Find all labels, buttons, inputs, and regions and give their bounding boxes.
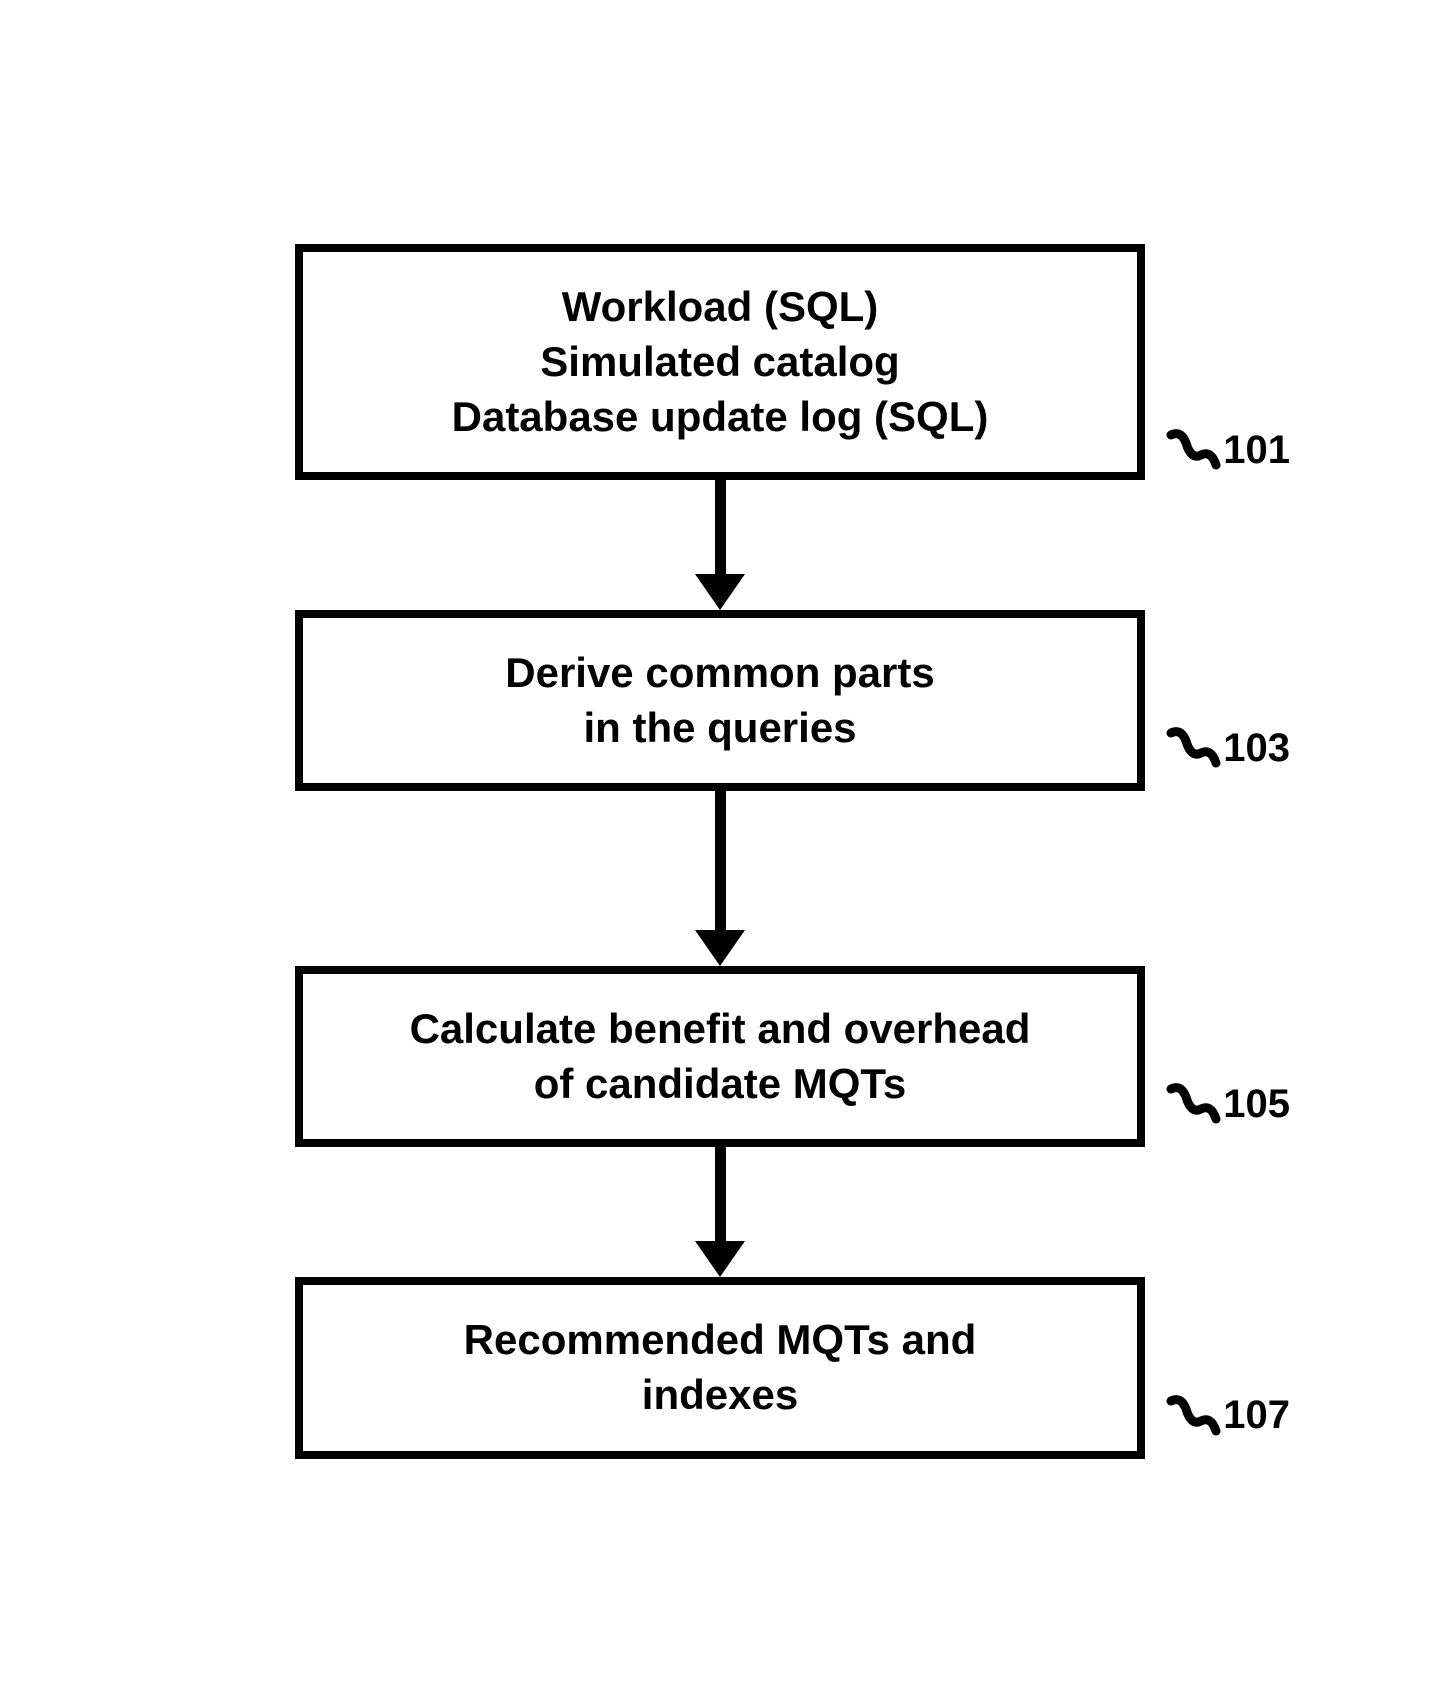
label-103-group: 103 [1166, 723, 1290, 773]
node-107-wrapper: Recommended MQTs and indexes 107 [295, 1277, 1145, 1458]
label-101-group: 101 [1166, 425, 1290, 475]
arrow-line [715, 791, 726, 931]
label-105-group: 105 [1166, 1079, 1290, 1129]
label-107-text: 107 [1223, 1393, 1290, 1438]
label-101-text: 101 [1223, 428, 1290, 473]
arrow-line [715, 480, 726, 575]
node-101-line-0: Workload (SQL) [343, 280, 1097, 335]
squiggle-icon [1166, 425, 1221, 475]
arrow-line [715, 1147, 726, 1242]
arrow-2 [695, 791, 745, 966]
node-103: Derive common parts in the queries [295, 610, 1145, 791]
node-101-wrapper: Workload (SQL) Simulated catalog Databas… [295, 244, 1145, 480]
label-107-group: 107 [1166, 1391, 1290, 1441]
node-107-line-0: Recommended MQTs and [343, 1313, 1097, 1368]
node-103-line-1: in the queries [343, 701, 1097, 756]
arrow-head-icon [695, 574, 745, 610]
node-101: Workload (SQL) Simulated catalog Databas… [295, 244, 1145, 480]
node-101-line-1: Simulated catalog [343, 335, 1097, 390]
node-103-wrapper: Derive common parts in the queries 103 [295, 610, 1145, 791]
squiggle-icon [1166, 723, 1221, 773]
arrow-1 [695, 480, 745, 610]
label-103-text: 103 [1223, 726, 1290, 771]
node-103-line-0: Derive common parts [343, 646, 1097, 701]
node-105-wrapper: Calculate benefit and overhead of candid… [295, 966, 1145, 1147]
node-107-line-1: indexes [343, 1368, 1097, 1423]
arrow-3 [695, 1147, 745, 1277]
node-105: Calculate benefit and overhead of candid… [295, 966, 1145, 1147]
squiggle-icon [1166, 1391, 1221, 1441]
node-105-line-1: of candidate MQTs [343, 1057, 1097, 1112]
label-105-text: 105 [1223, 1082, 1290, 1127]
node-107: Recommended MQTs and indexes [295, 1277, 1145, 1458]
node-101-line-2: Database update log (SQL) [343, 390, 1097, 445]
squiggle-icon [1166, 1079, 1221, 1129]
node-105-line-0: Calculate benefit and overhead [343, 1002, 1097, 1057]
arrow-head-icon [695, 930, 745, 966]
arrow-head-icon [695, 1241, 745, 1277]
flowchart-container: Workload (SQL) Simulated catalog Databas… [295, 244, 1145, 1458]
